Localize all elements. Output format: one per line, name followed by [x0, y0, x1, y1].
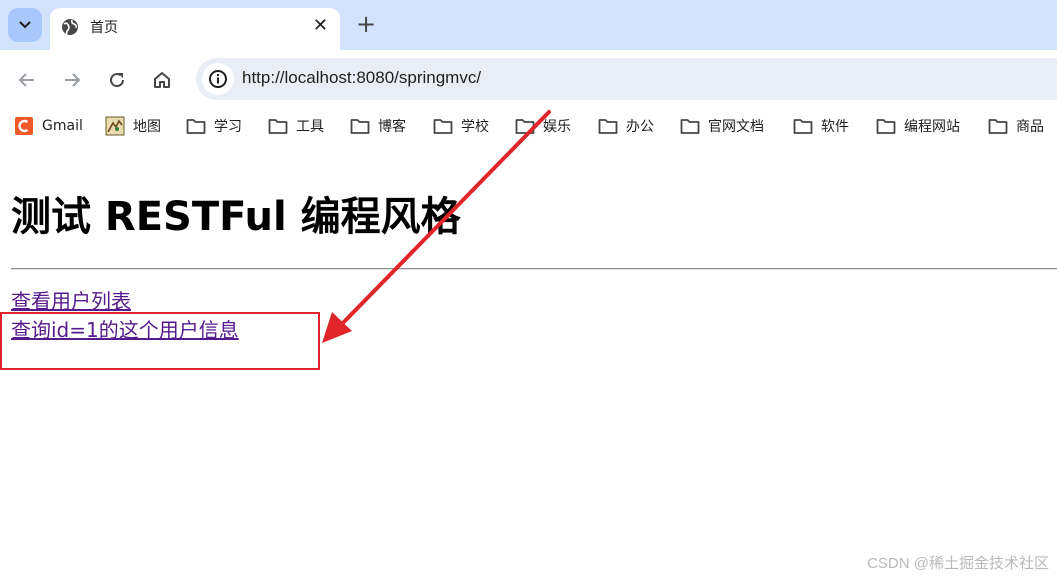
folder-icon	[680, 119, 700, 134]
globe-icon	[62, 19, 78, 35]
bookmark-folder[interactable]: 学校	[433, 108, 489, 144]
bookmark-label: 编程网站	[904, 119, 960, 135]
browser-tab[interactable]: 首页 ✕	[50, 8, 340, 50]
bookmark-label: 博客	[378, 119, 406, 135]
forward-button[interactable]	[59, 69, 85, 91]
tab-search-button[interactable]	[8, 8, 42, 42]
url-text[interactable]: http://localhost:8080/springmvc/	[242, 68, 481, 88]
chevron-down-icon	[19, 21, 31, 29]
bookmark-label: 工具	[296, 119, 324, 135]
forward-arrow-icon	[65, 73, 81, 87]
bookmark-folder[interactable]: 编程网站	[876, 108, 960, 144]
gmail-icon	[15, 117, 33, 135]
back-arrow-icon	[18, 73, 34, 87]
new-tab-button[interactable]: +	[352, 10, 380, 38]
bookmark-label: Gmail	[42, 118, 83, 134]
bookmarks-bar: Gmail 地图 学习 工具 博客 学校 娱乐 办公 官网文档 软件 编程网站 …	[0, 108, 1057, 144]
reload-button[interactable]	[104, 69, 130, 91]
bookmark-label: 办公	[626, 119, 654, 135]
bookmark-folder[interactable]: 娱乐	[515, 108, 571, 144]
folder-icon	[598, 119, 618, 134]
back-button[interactable]	[14, 69, 40, 91]
folder-icon	[988, 119, 1008, 134]
bookmark-label: 娱乐	[543, 119, 571, 135]
horizontal-rule	[11, 268, 1057, 270]
bookmark-label: 软件	[821, 119, 849, 135]
folder-icon	[515, 119, 535, 134]
bookmark-folder[interactable]: 办公	[598, 108, 654, 144]
bookmark-folder[interactable]: 博客	[350, 108, 406, 144]
folder-icon	[268, 119, 288, 134]
tab-title: 首页	[90, 20, 118, 36]
bookmark-label: 学校	[461, 119, 489, 135]
folder-icon	[433, 119, 453, 134]
page-heading: 测试 RESTFul 编程风格	[11, 194, 461, 240]
folder-icon	[186, 119, 206, 134]
bookmark-map[interactable]: 地图	[105, 108, 161, 144]
folder-icon	[793, 119, 813, 134]
bookmark-folder[interactable]: 官网文档	[680, 108, 764, 144]
bookmark-folder[interactable]: 软件	[793, 108, 849, 144]
home-icon	[154, 72, 170, 88]
folder-icon	[876, 119, 896, 134]
bookmark-label: 地图	[133, 119, 161, 135]
bookmark-folder[interactable]: 商品	[988, 108, 1044, 144]
tab-strip: 首页 ✕ +	[0, 0, 1057, 50]
bookmark-folder[interactable]: 学习	[186, 108, 242, 144]
site-info-button[interactable]	[202, 63, 234, 95]
folder-icon	[350, 119, 370, 134]
info-icon	[209, 70, 227, 88]
reload-icon	[110, 73, 125, 88]
bookmark-label: 学习	[214, 119, 242, 135]
watermark: CSDN @稀土掘金技术社区	[867, 555, 1049, 572]
user-list-link[interactable]: 查看用户列表	[11, 285, 131, 314]
bookmark-label: 官网文档	[708, 119, 764, 135]
map-icon	[105, 116, 125, 136]
annotation-highlight-box	[0, 312, 320, 370]
home-button[interactable]	[149, 69, 175, 91]
address-bar[interactable]: http://localhost:8080/springmvc/	[196, 58, 1057, 100]
close-tab-icon[interactable]: ✕	[313, 15, 328, 36]
bookmark-label: 商品	[1016, 119, 1044, 135]
bookmark-gmail[interactable]: Gmail	[14, 108, 83, 144]
bookmark-folder[interactable]: 工具	[268, 108, 324, 144]
